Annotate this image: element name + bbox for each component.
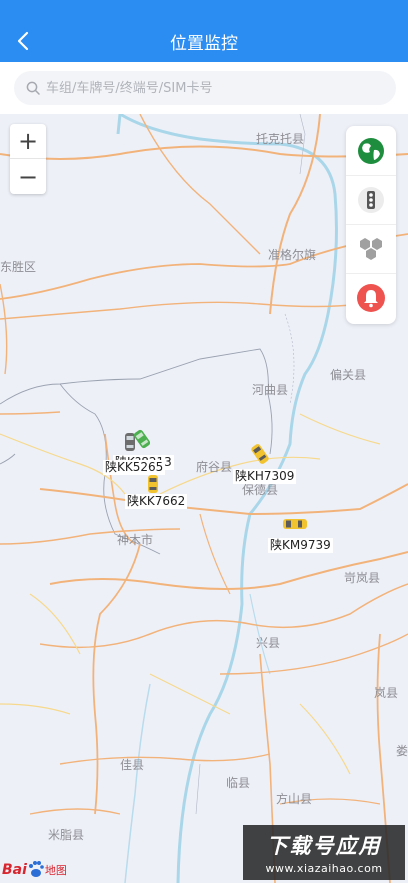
paw-icon [28, 861, 44, 877]
place-label: 岚县 [374, 686, 399, 700]
page-title: 位置监控 [170, 34, 238, 54]
vehicle-plate-label: 陕KM9739 [268, 538, 333, 553]
vehicle-marker[interactable] [250, 442, 270, 470]
map-tools-panel [346, 126, 396, 324]
place-label: 偏关县 [330, 368, 367, 382]
alarm-button[interactable] [346, 273, 396, 322]
baidu-map-logo: Bai 地图 [2, 861, 67, 878]
place-label: 托克托县 [256, 132, 305, 146]
hexagon-cluster-icon [360, 238, 382, 260]
vehicle-plate-label: 陕KH7309 [233, 469, 297, 484]
search-box[interactable] [14, 71, 396, 105]
place-label: 准格尔旗 [268, 248, 317, 262]
car-icon-yellow [251, 444, 269, 464]
place-label: 米脂县 [48, 828, 85, 842]
place-label: 娄 [396, 744, 408, 758]
zoom-control: + − [10, 124, 46, 194]
satellite-toggle-button[interactable] [346, 126, 396, 175]
watermark: 下载号应用 www.xiazaihao.com [243, 825, 405, 880]
car-icon-yellow [283, 519, 307, 529]
search-input[interactable] [40, 71, 396, 105]
alarm-bell-icon [357, 284, 385, 312]
traffic-light-icon [358, 187, 384, 213]
place-label: 方山县 [276, 792, 313, 806]
vehicle-marker[interactable] [282, 516, 308, 535]
search-icon [26, 81, 40, 95]
place-label: 神木市 [117, 533, 154, 547]
place-label: 临县 [226, 776, 251, 790]
cluster-toggle-button[interactable] [346, 224, 396, 273]
traffic-toggle-button[interactable] [346, 175, 396, 224]
vehicle-plate-label: 陕KK7662 [125, 494, 188, 509]
vehicle-marker[interactable] [133, 428, 151, 454]
zoom-in-button[interactable]: + [10, 124, 46, 159]
place-label: 兴县 [256, 636, 281, 650]
search-bar [0, 62, 408, 114]
place-label: 岢岚县 [344, 571, 381, 585]
car-icon-yellow [148, 475, 158, 493]
vehicle-plate-label: 陕KK5265 [103, 460, 166, 475]
zoom-out-button[interactable]: − [10, 159, 46, 194]
place-label: 河曲县 [252, 383, 289, 397]
globe-icon [358, 137, 384, 164]
place-label: 东胜区 [0, 260, 37, 274]
place-label: 佳县 [120, 758, 145, 772]
car-icon-green [133, 429, 151, 449]
place-label: 府谷县 [196, 460, 233, 474]
